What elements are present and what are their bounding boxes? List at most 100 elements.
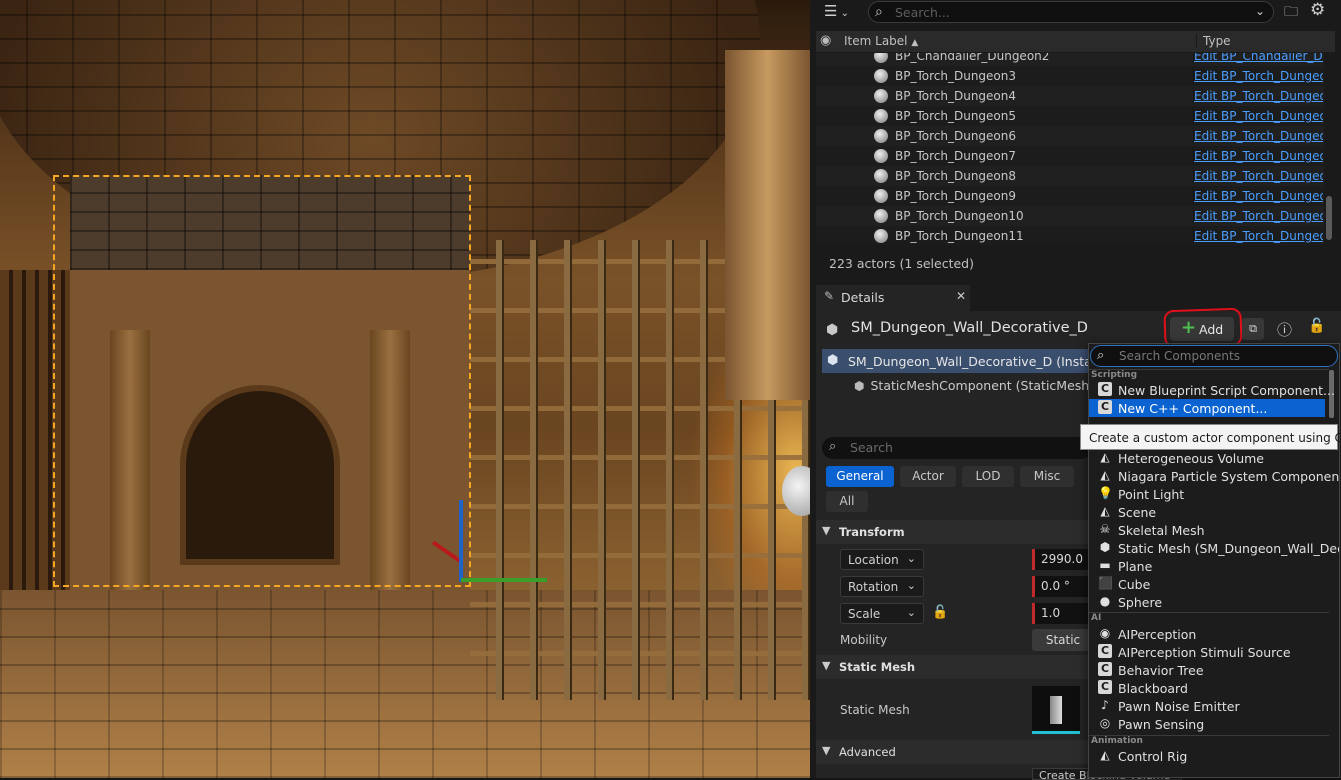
menu-item-static-mesh[interactable]: ⬢ Static Mesh (SM_Dungeon_Wall_Decorativ… bbox=[1089, 539, 1339, 557]
static-mesh-icon: ⬢ bbox=[1099, 540, 1111, 554]
menu-item-pawn-noise-emitter[interactable]: ♪ Pawn Noise Emitter bbox=[1089, 697, 1325, 715]
section-transform[interactable]: ▼ Transform bbox=[816, 520, 1094, 544]
menu-item-blackboard[interactable]: C Blackboard bbox=[1089, 679, 1325, 697]
menu-item-label: Cube bbox=[1118, 577, 1151, 592]
location-label: Location bbox=[848, 553, 899, 567]
menu-item-plane[interactable]: ▬ Plane bbox=[1089, 557, 1325, 575]
menu-item-label: Control Rig bbox=[1118, 749, 1188, 764]
menu-item-cube[interactable]: ⬛ Cube bbox=[1089, 575, 1325, 593]
cpp-class-icon: C bbox=[1098, 382, 1112, 396]
mobility-static-button[interactable]: Static bbox=[1032, 629, 1094, 651]
location-x-value: 2990.0 bbox=[1041, 552, 1083, 566]
sensing-icon: ◎ bbox=[1099, 716, 1111, 730]
menu-item-new-blueprint-script[interactable]: C New Blueprint Script Component... bbox=[1089, 381, 1335, 399]
menu-item-label: Pawn Sensing bbox=[1118, 717, 1205, 732]
tab-all[interactable]: All bbox=[826, 491, 868, 512]
menu-item-sphere[interactable]: ● Sphere bbox=[1089, 593, 1325, 611]
menu-item-pawn-sensing[interactable]: ◎ Pawn Sensing bbox=[1089, 715, 1325, 733]
section-advanced-label: Advanced bbox=[839, 745, 896, 759]
selection-outline bbox=[53, 175, 471, 587]
light-bulb-icon: 💡 bbox=[1098, 486, 1113, 500]
mesh-preview-icon bbox=[1050, 696, 1062, 724]
menu-item-niagara[interactable]: ◭ Niagara Particle System Component bbox=[1089, 467, 1339, 485]
cpp-class-icon: C bbox=[1098, 680, 1112, 694]
section-static-mesh[interactable]: ▼ Static Mesh bbox=[816, 655, 1094, 679]
section-advanced[interactable]: ▼ Advanced bbox=[816, 740, 1094, 764]
eye-icon: ◉ bbox=[1099, 626, 1111, 640]
blueprint-icon[interactable]: ⧉ bbox=[1242, 318, 1264, 340]
plane-icon: ▬ bbox=[1099, 558, 1111, 572]
component-tree-root[interactable]: ⬢ SM_Dungeon_Wall_Decorative_D (Instance… bbox=[822, 349, 1119, 373]
tab-lod[interactable]: LOD bbox=[962, 466, 1014, 487]
menu-item-label: Niagara Particle System Component bbox=[1118, 469, 1340, 484]
rotation-x-field[interactable]: 0.0 ° bbox=[1032, 576, 1092, 597]
cpp-class-icon: C bbox=[1098, 644, 1112, 658]
stone-column bbox=[725, 50, 810, 400]
mobility-label: Mobility bbox=[840, 633, 888, 647]
scale-x-value: 1.0 bbox=[1041, 606, 1061, 620]
menu-item-label: AIPerception bbox=[1118, 627, 1197, 642]
location-x-field[interactable]: 2990.0 bbox=[1032, 549, 1092, 570]
skeleton-icon: ☠ bbox=[1099, 522, 1111, 536]
menu-item-skeletal-mesh[interactable]: ☠ Skeletal Mesh bbox=[1089, 521, 1325, 539]
chevron-down-icon: ▼ bbox=[822, 659, 831, 672]
menu-item-label: Skeletal Mesh bbox=[1118, 523, 1205, 538]
menu-item-point-light[interactable]: 💡 Point Light bbox=[1089, 485, 1325, 503]
menu-item-label: Pawn Noise Emitter bbox=[1118, 699, 1240, 714]
cpp-class-icon: C bbox=[1098, 400, 1112, 414]
menu-item-new-cpp-component[interactable]: C New C++ Component... bbox=[1089, 399, 1325, 417]
menu-section-animation: Animation bbox=[1089, 735, 1329, 746]
sphere-icon: ● bbox=[1099, 594, 1111, 608]
lock-icon[interactable]: 🔓 bbox=[1308, 318, 1325, 334]
rotation-label: Rotation bbox=[848, 580, 899, 594]
menu-item-label: Sphere bbox=[1118, 595, 1163, 610]
help-icon[interactable]: ⓘ bbox=[1277, 319, 1292, 340]
gizmo-x-axis[interactable] bbox=[461, 578, 547, 582]
menu-item-label: Scene bbox=[1118, 505, 1157, 520]
gizmo-z-axis[interactable] bbox=[459, 500, 463, 582]
menu-section-scripting: Scripting bbox=[1089, 369, 1329, 380]
cpp-class-icon: C bbox=[1098, 662, 1112, 676]
scale-label: Scale bbox=[848, 607, 881, 621]
level-viewport[interactable] bbox=[0, 0, 810, 778]
section-transform-label: Transform bbox=[839, 525, 905, 539]
search-icon: ⌕ bbox=[1097, 348, 1105, 363]
chevron-down-icon: ⌄ bbox=[906, 606, 916, 619]
scale-dropdown[interactable]: Scale ⌄ bbox=[840, 603, 924, 624]
menu-item-label: New Blueprint Script Component... bbox=[1118, 383, 1335, 398]
section-static-mesh-label: Static Mesh bbox=[839, 660, 916, 674]
tab-actor[interactable]: Actor bbox=[900, 466, 956, 487]
menu-item-label: Point Light bbox=[1118, 487, 1185, 502]
rotation-x-value: 0.0 ° bbox=[1041, 579, 1070, 593]
noise-emitter-icon: ♪ bbox=[1101, 698, 1109, 712]
menu-item-behavior-tree[interactable]: C Behavior Tree bbox=[1089, 661, 1325, 679]
static-mesh-thumbnail[interactable] bbox=[1032, 686, 1080, 734]
chevron-down-icon: ▼ bbox=[822, 524, 831, 537]
menu-item-control-rig[interactable]: ◭ Control Rig bbox=[1089, 747, 1325, 765]
menu-item-aiperception[interactable]: ◉ AIPerception bbox=[1089, 625, 1325, 643]
menu-item-aiperception-stimuli[interactable]: C AIPerception Stimuli Source bbox=[1089, 643, 1325, 661]
menu-item-scene[interactable]: ◭ Scene bbox=[1089, 503, 1325, 521]
menu-item-label: Static Mesh (SM_Dungeon_Wall_Decorative_… bbox=[1118, 541, 1339, 556]
menu-item-label: Blackboard bbox=[1118, 681, 1188, 696]
static-mesh-actor-icon: ⬢ bbox=[826, 322, 839, 338]
tab-general[interactable]: General bbox=[826, 466, 894, 487]
rotation-dropdown[interactable]: Rotation ⌄ bbox=[840, 576, 924, 597]
details-search-input[interactable]: ⌕ Search bbox=[822, 437, 1092, 459]
search-icon: ⌕ bbox=[829, 439, 837, 454]
volume-icon: ◭ bbox=[1100, 450, 1110, 464]
menu-item-label: AIPerception Stimuli Source bbox=[1118, 645, 1291, 660]
scale-x-field[interactable]: 1.0 bbox=[1032, 603, 1092, 624]
static-mesh-actor-icon: ⬢ bbox=[827, 353, 839, 368]
search-placeholder: Search bbox=[850, 440, 893, 455]
niagara-icon: ◭ bbox=[1100, 468, 1110, 482]
chevron-down-icon: ▼ bbox=[822, 744, 831, 757]
menu-item-heterogeneous-volume[interactable]: ◭ Heterogeneous Volume bbox=[1089, 449, 1325, 467]
tab-misc[interactable]: Misc bbox=[1020, 466, 1074, 487]
location-dropdown[interactable]: Location ⌄ bbox=[840, 549, 924, 570]
selected-actor-name: SM_Dungeon_Wall_Decorative_D bbox=[851, 320, 1088, 336]
menu-item-label: Heterogeneous Volume bbox=[1118, 451, 1264, 466]
scale-lock-icon[interactable]: 🔓 bbox=[932, 605, 948, 620]
component-search-input[interactable]: ⌕ Search Components bbox=[1090, 345, 1338, 367]
cube-icon: ⬛ bbox=[1098, 576, 1113, 590]
